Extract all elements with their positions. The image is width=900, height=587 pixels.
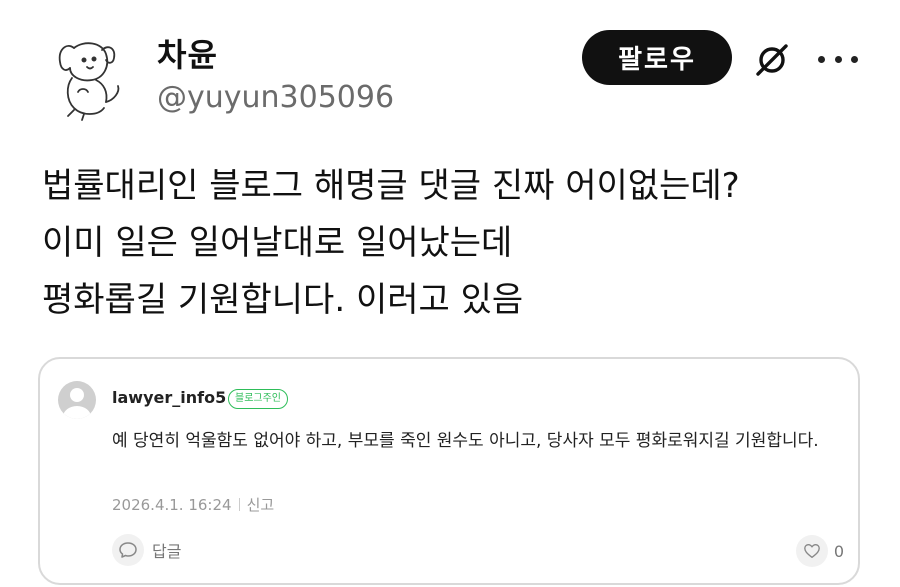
- divider: [238, 498, 240, 511]
- reply-button[interactable]: 답글: [112, 534, 181, 566]
- user-handle[interactable]: @yuyun305096: [157, 80, 394, 115]
- reply-label: 답글: [152, 542, 182, 561]
- tweet-line: 이미 일은 일어날대로 일어났는데: [42, 223, 513, 263]
- puppy-doodle-icon: [58, 42, 120, 121]
- display-name[interactable]: 차윤: [157, 30, 218, 76]
- tweet-text: 법률대리인 블로그 해명글 댓글 진짜 어이없는데? 이미 일은 일어날대로 일…: [42, 158, 882, 329]
- embedded-comment-card[interactable]: lawyer_info5 블로그주인 예 당연히 억울함도 없어야 하고, 부모…: [38, 357, 860, 585]
- comment-meta: 2026.4.1. 16:24 신고: [112, 494, 274, 515]
- dot: [851, 55, 858, 63]
- dot: [818, 55, 825, 63]
- profile-avatar[interactable]: [44, 30, 138, 124]
- more-dots-icon[interactable]: [818, 44, 858, 74]
- comment-avatar: [58, 381, 96, 419]
- speech-bubble-icon: [112, 534, 144, 566]
- comment-author[interactable]: lawyer_info5: [112, 388, 226, 407]
- comment-body: 예 당연히 억울함도 없어야 하고, 부모를 죽인 원수도 아니고, 당사자 모…: [112, 431, 819, 451]
- owner-badge: 블로그주인: [228, 389, 288, 409]
- tweet-line: 법률대리인 블로그 해명글 댓글 진짜 어이없는데?: [42, 166, 740, 206]
- dot: [834, 55, 842, 63]
- like-button[interactable]: 0: [795, 535, 844, 567]
- grok-icon[interactable]: [752, 40, 792, 80]
- like-count: 0: [833, 541, 844, 561]
- comment-date: 2026.4.1. 16:24: [112, 496, 232, 514]
- tweet-line: 평화롭길 기원합니다. 이러고 있음: [42, 280, 524, 320]
- report-link[interactable]: 신고: [247, 496, 275, 514]
- heart-icon: [795, 535, 828, 567]
- follow-button[interactable]: 팔로우: [582, 30, 732, 85]
